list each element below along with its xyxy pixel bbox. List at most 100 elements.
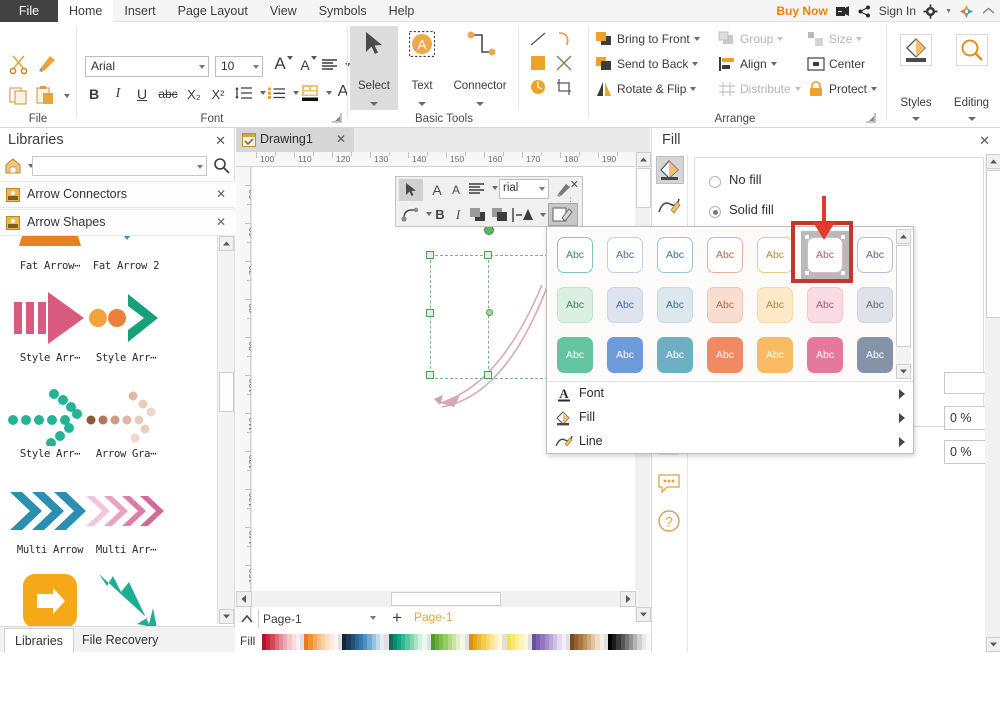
menu-item-font[interactable]: A Font — [547, 382, 913, 406]
scroll-thumb[interactable] — [896, 245, 911, 347]
style-swatch[interactable]: Abc — [807, 287, 843, 323]
apps-icon[interactable] — [959, 4, 974, 19]
menu-tab-page-layout[interactable]: Page Layout — [167, 0, 259, 22]
subscript-icon[interactable]: X₂ — [184, 84, 204, 104]
library-shape-item[interactable]: Multi Arr⋯ — [76, 472, 176, 566]
group-button[interactable]: Group — [718, 28, 784, 50]
style-swatch[interactable]: Abc — [607, 237, 643, 273]
scroll-thumb[interactable] — [219, 372, 234, 412]
scroll-up-icon[interactable] — [636, 152, 651, 167]
page-selector[interactable]: Page-1 — [258, 610, 382, 628]
bullets-icon[interactable] — [268, 86, 286, 100]
selection-handle[interactable] — [484, 251, 492, 259]
crop-icon[interactable] — [554, 78, 574, 96]
tool-select[interactable]: Select — [350, 26, 398, 110]
chevron-down-icon[interactable] — [690, 87, 697, 91]
font-name-input[interactable]: Arial — [85, 56, 209, 77]
style-swatch[interactable]: Abc — [857, 337, 893, 373]
paste-caret-icon[interactable] — [64, 94, 70, 98]
paste-icon[interactable] — [34, 84, 56, 106]
palette-swatches[interactable] — [262, 634, 651, 650]
bullets-caret-icon[interactable] — [293, 91, 299, 95]
connector-icon[interactable] — [399, 204, 421, 225]
radio-solid-fill[interactable] — [709, 206, 721, 218]
send-to-back-button[interactable]: Send to Back — [595, 53, 699, 75]
style-gallery-scrollbar[interactable] — [896, 229, 911, 379]
add-page-button[interactable]: + — [388, 609, 406, 628]
menu-tab-view[interactable]: View — [259, 0, 308, 22]
library-category-arrow-connectors[interactable]: Arrow Connectors ✕ — [0, 181, 235, 208]
cursor-icon[interactable] — [399, 179, 423, 201]
style-swatch[interactable]: Abc — [857, 287, 893, 323]
chevron-up-icon[interactable] — [240, 612, 254, 626]
library-shape-item[interactable]: Fat Arrow 2 — [76, 236, 176, 278]
tab-libraries[interactable]: Libraries — [4, 628, 74, 653]
copy-icon[interactable] — [8, 84, 30, 106]
chevron-down-icon[interactable] — [777, 37, 784, 41]
scroll-thumb[interactable] — [636, 168, 651, 208]
gear-icon[interactable] — [923, 3, 938, 19]
chevron-down-icon[interactable] — [856, 37, 863, 41]
style-swatch[interactable]: Abc — [707, 287, 743, 323]
close-icon[interactable]: ✕ — [215, 133, 226, 149]
tool-connector[interactable]: Connector — [444, 26, 516, 110]
ellipse-icon[interactable] — [528, 78, 548, 96]
style-swatch[interactable]: Abc — [707, 237, 743, 273]
selection-handle[interactable] — [426, 371, 434, 379]
canvas-horizontal-scrollbar[interactable] — [236, 591, 636, 607]
chevron-down-icon[interactable] — [967, 117, 976, 121]
scroll-up-icon[interactable] — [219, 236, 234, 251]
page-tab-page-1[interactable]: Page-1 — [414, 610, 453, 624]
scroll-thumb[interactable] — [986, 170, 1000, 318]
distribute-button[interactable]: Distribute — [718, 78, 801, 100]
size-button[interactable]: Size — [807, 28, 863, 50]
style-swatch[interactable]: Abc — [657, 337, 693, 373]
menu-tab-symbols[interactable]: Symbols — [308, 0, 378, 22]
chevron-down-icon[interactable] — [476, 102, 484, 106]
style-swatch[interactable]: Abc — [757, 337, 793, 373]
grow-font-icon[interactable]: A — [428, 179, 446, 201]
center-handle[interactable] — [486, 309, 493, 316]
italic-icon[interactable]: I — [451, 204, 465, 225]
superscript-icon[interactable]: X² — [208, 84, 228, 104]
menu-tab-insert[interactable]: Insert — [113, 0, 166, 22]
font-color-caret-icon[interactable] — [540, 213, 546, 217]
fill-panel-scrollbar[interactable] — [985, 154, 1000, 652]
buy-now-link[interactable]: Buy Now — [776, 4, 827, 18]
editing-button[interactable] — [955, 34, 988, 66]
chevron-down-icon[interactable] — [370, 102, 378, 106]
styles-button[interactable] — [900, 34, 932, 66]
menu-tab-home[interactable]: Home — [58, 0, 114, 22]
shrink-font-icon[interactable]: A — [448, 180, 464, 200]
underline-icon[interactable]: U — [133, 84, 151, 104]
style-swatch[interactable]: Abc — [707, 337, 743, 373]
menu-tab-help[interactable]: Help — [378, 0, 426, 22]
scroll-right-icon[interactable] — [620, 591, 636, 607]
fill-bucket-icon[interactable] — [656, 156, 684, 184]
close-icon[interactable]: ✕ — [336, 132, 346, 146]
highlight-caret-icon[interactable] — [326, 91, 332, 95]
color-palette-strip[interactable]: Fill — [236, 632, 1000, 652]
line-spacing-icon[interactable] — [235, 86, 253, 100]
font-color-icon[interactable] — [512, 205, 536, 225]
palette-swatch[interactable] — [645, 634, 651, 650]
comment-icon[interactable] — [656, 470, 684, 498]
arc-icon[interactable] — [554, 30, 574, 48]
strikethrough-icon[interactable]: abc — [157, 84, 179, 104]
cut-icon[interactable] — [8, 52, 32, 76]
share-folder-icon[interactable] — [835, 4, 850, 19]
rectangle-icon[interactable] — [528, 54, 548, 72]
fill-style-icon[interactable] — [548, 203, 578, 226]
menu-tab-file[interactable]: File — [0, 0, 58, 22]
bold-icon[interactable]: B — [432, 204, 448, 225]
format-painter-icon[interactable] — [36, 52, 60, 76]
mini-font-name-input[interactable]: rial — [499, 179, 549, 199]
close-icon[interactable]: ✕ — [216, 187, 226, 201]
style-swatch[interactable]: Abc — [807, 337, 843, 373]
style-swatch[interactable]: Abc — [657, 237, 693, 273]
bold-icon[interactable]: B — [85, 84, 103, 104]
selection-handle[interactable] — [484, 371, 492, 379]
menu-item-line[interactable]: Line — [547, 430, 913, 454]
bring-to-front-button[interactable]: Bring to Front — [595, 28, 700, 50]
share-icon[interactable] — [857, 4, 872, 19]
